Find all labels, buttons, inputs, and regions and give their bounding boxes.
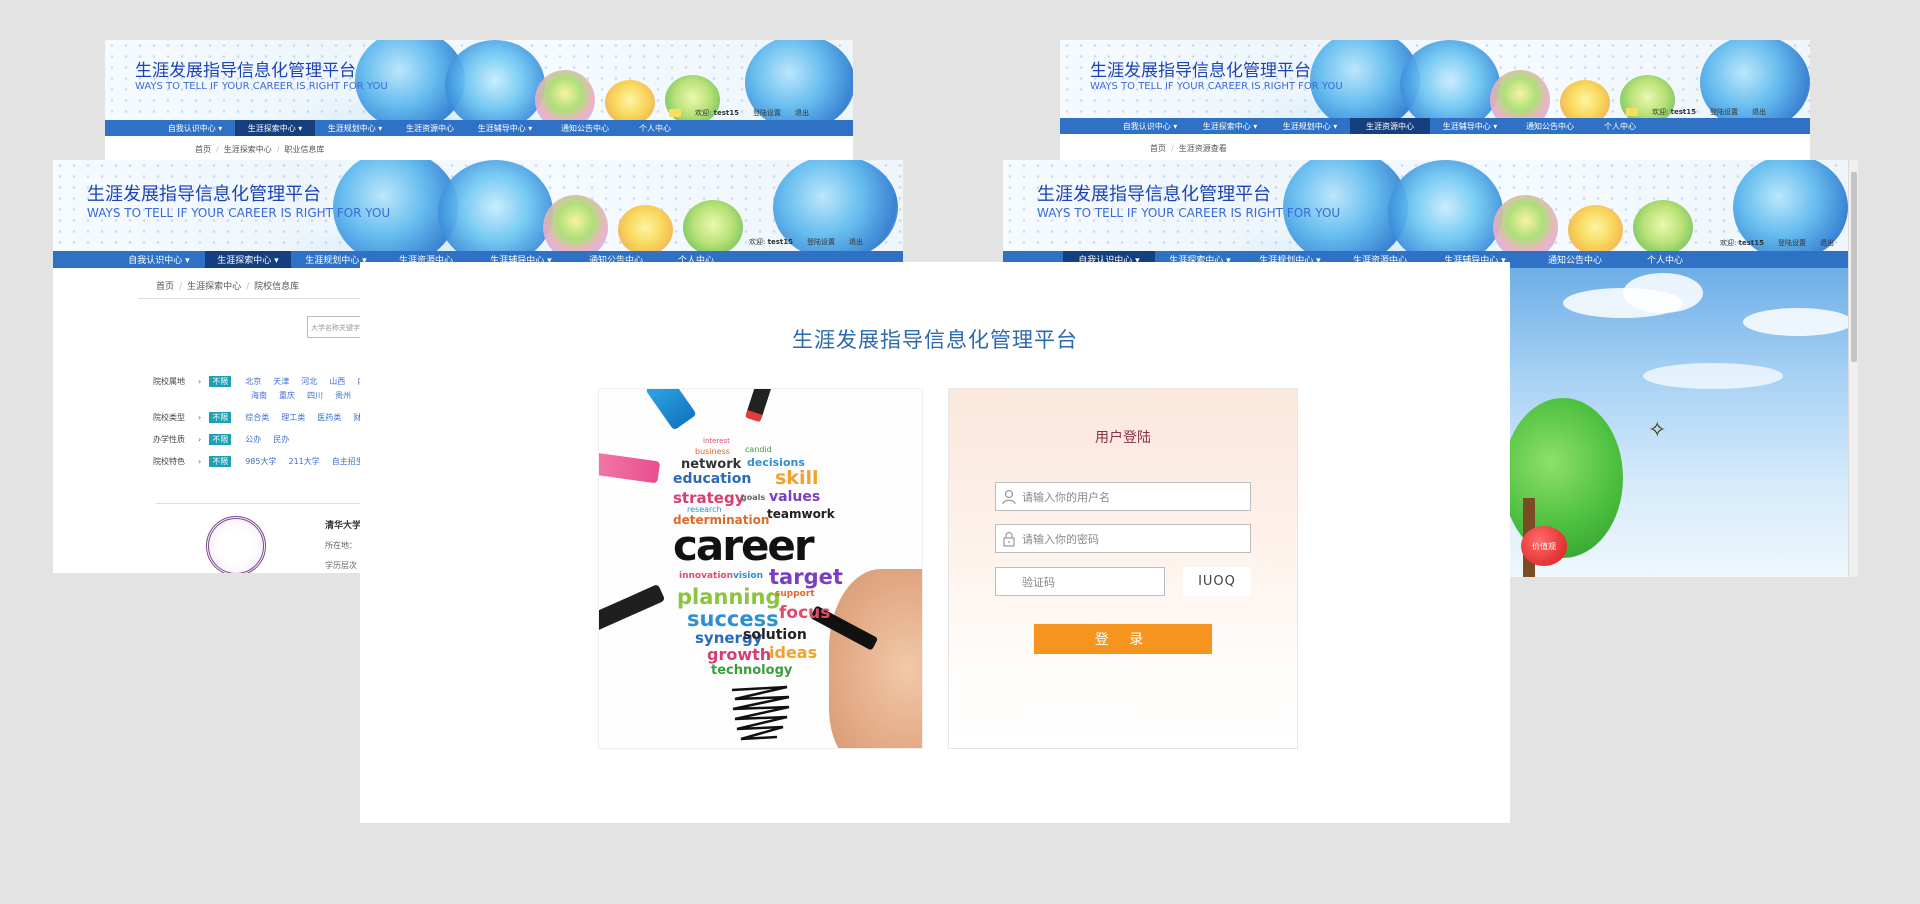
banner-subtitle: WAYS TO TELL IF YOUR CAREER IS RIGHT FOR…	[1037, 206, 1341, 220]
nav-item-notice[interactable]: 通知公告中心	[1525, 251, 1625, 268]
login-panel: 生涯发展指导信息化管理平台 interest business candid n…	[360, 262, 1510, 823]
banner-subtitle: WAYS TO TELL IF YOUR CAREER IS RIGHT FOR…	[87, 206, 391, 220]
banner: 生涯发展指导信息化管理平台 WAYS TO TELL IF YOUR CAREE…	[53, 160, 903, 251]
settings-link[interactable]: 登陆设置	[1710, 107, 1738, 117]
nav-item-explore[interactable]: 生涯探索中心 ▾	[205, 251, 291, 268]
college-location: 所在地：	[325, 541, 357, 550]
college-seal-logo	[206, 516, 266, 573]
nav-item-self[interactable]: 自我认识中心 ▾	[1110, 118, 1190, 134]
main-nav: 自我认识中心 ▾ 生涯探索中心 ▾ 生涯规划中心 ▾ 生涯资源中心 生涯辅导中心…	[1060, 118, 1810, 134]
nav-item-explore[interactable]: 生涯探索中心 ▾	[235, 120, 315, 136]
pink-marker	[599, 452, 661, 484]
nav-item-notice[interactable]: 通知公告中心	[545, 120, 625, 136]
username-placeholder: 请输入你的用户名	[1022, 490, 1110, 504]
password-field[interactable]: 请输入你的密码	[995, 524, 1251, 553]
banner: 生涯发展指导信息化管理平台 WAYS TO TELL IF YOUR CAREE…	[1060, 40, 1810, 118]
nav-item-personal[interactable]: 个人中心	[625, 120, 685, 136]
nav-item-resource[interactable]: 生涯资源中心	[395, 120, 465, 136]
window-career-database: 生涯发展指导信息化管理平台 WAYS TO TELL IF YOUR CAREE…	[105, 40, 853, 165]
username-field[interactable]: 请输入你的用户名	[995, 482, 1251, 511]
filter-all[interactable]: 不限	[209, 376, 232, 387]
user-bar: 欢迎: test15 登陆设置 退出	[1626, 107, 1766, 117]
nav-item-counsel[interactable]: 生涯辅导中心 ▾	[1430, 118, 1510, 134]
settings-link[interactable]: 登陆设置	[807, 237, 835, 247]
breadcrumb: 首页 / 生涯探索中心 / 职业信息库	[195, 145, 325, 154]
scribble	[731, 685, 790, 741]
mail-icon[interactable]	[1626, 108, 1639, 116]
mail-icon[interactable]	[669, 109, 682, 117]
logout-link[interactable]: 退出	[1752, 107, 1766, 117]
breadcrumb-home[interactable]: 首页	[195, 145, 211, 154]
logout-link[interactable]: 退出	[795, 108, 809, 118]
butterfly-icon: ✧	[1648, 418, 1667, 443]
hand	[829, 569, 922, 748]
college-name[interactable]: 清华大学	[325, 518, 361, 531]
college-search-input[interactable]: 大学名称关键字	[307, 316, 367, 338]
banner: 生涯发展指导信息化管理平台 WAYS TO TELL IF YOUR CAREE…	[1003, 160, 1858, 251]
banner-subtitle: WAYS TO TELL IF YOUR CAREER IS RIGHT FOR…	[135, 81, 388, 92]
banner-title: 生涯发展指导信息化管理平台	[135, 61, 356, 81]
blue-marker	[645, 389, 697, 431]
settings-link[interactable]: 登陆设置	[753, 108, 781, 118]
filter-type: 院校类型 › 不限 综合类 理工类 医药类 财	[153, 412, 362, 423]
user-icon	[996, 489, 1022, 505]
login-button[interactable]: 登 录	[1034, 624, 1212, 654]
banner-subtitle: WAYS TO TELL IF YOUR CAREER IS RIGHT FOR…	[1090, 81, 1343, 92]
breadcrumb-current: 生涯资源查看	[1178, 144, 1227, 153]
filter-nature: 办学性质 › 不限 公办 民办	[153, 434, 290, 445]
lock-icon	[996, 531, 1022, 547]
filter-feature: 院校特色 › 不限 985大学 211大学 自主招生	[153, 456, 364, 467]
nav-item-plan[interactable]: 生涯规划中心 ▾	[1270, 118, 1350, 134]
nav-item-plan[interactable]: 生涯规划中心 ▾	[315, 120, 395, 136]
filter-all[interactable]: 不限	[209, 434, 232, 445]
captcha-field[interactable]: 验证码	[995, 567, 1165, 596]
banner-title: 生涯发展指导信息化管理平台	[1037, 184, 1271, 205]
scrollbar[interactable]	[1848, 160, 1858, 577]
login-title: 用户登陆	[1095, 430, 1151, 446]
logout-link[interactable]: 退出	[849, 237, 863, 247]
breadcrumb-current: 院校信息库	[254, 282, 300, 292]
black-marker	[599, 583, 666, 633]
breadcrumb-home[interactable]: 首页	[156, 282, 174, 292]
nav-item-counsel[interactable]: 生涯辅导中心 ▾	[465, 120, 545, 136]
window-resource-view: 生涯发展指导信息化管理平台 WAYS TO TELL IF YOUR CAREE…	[1060, 40, 1810, 165]
values-apple-badge[interactable]: 价值观	[1521, 526, 1567, 566]
breadcrumb-section[interactable]: 生涯探索中心	[187, 282, 241, 292]
red-marker	[744, 389, 774, 423]
login-box: 用户登陆 请输入你的用户名 请输入你的密码 验证码 IUOQ 登 录	[948, 388, 1298, 749]
banner-title: 生涯发展指导信息化管理平台	[87, 184, 321, 205]
captcha-image[interactable]: IUOQ	[1183, 567, 1251, 596]
filter-location: 院校属地› 不限 北京 天津 河北 山西 内	[153, 376, 365, 387]
main-nav: 自我认识中心 ▾ 生涯探索中心 ▾ 生涯规划中心 ▾ 生涯资源中心 生涯辅导中心…	[105, 120, 853, 136]
breadcrumb-current: 职业信息库	[284, 145, 325, 154]
nav-item-personal[interactable]: 个人中心	[1625, 251, 1705, 268]
nav-item-notice[interactable]: 通知公告中心	[1510, 118, 1590, 134]
nav-item-explore[interactable]: 生涯探索中心 ▾	[1190, 118, 1270, 134]
password-placeholder: 请输入你的密码	[1022, 532, 1099, 546]
career-illustration: interest business candid network decisio…	[598, 388, 923, 749]
nav-item-resource[interactable]: 生涯资源中心	[1350, 118, 1430, 134]
nav-item-self[interactable]: 自我认识中心 ▾	[155, 120, 235, 136]
nav-item-self[interactable]: 自我认识中心 ▾	[113, 251, 205, 268]
settings-link[interactable]: 登陆设置	[1778, 238, 1806, 248]
word-cloud: interest business candid network decisio…	[673, 437, 843, 678]
filter-all[interactable]: 不限	[209, 412, 232, 423]
college-level: 学历层次	[325, 561, 357, 570]
breadcrumb-home[interactable]: 首页	[1150, 144, 1166, 153]
logout-link[interactable]: 退出	[1820, 238, 1834, 248]
nav-item-personal[interactable]: 个人中心	[1590, 118, 1650, 134]
filter-all[interactable]: 不限	[209, 456, 232, 467]
user-bar: 欢迎: test15 登陆设置 退出	[1720, 238, 1834, 248]
breadcrumb-section[interactable]: 生涯探索中心	[224, 145, 272, 154]
banner: 生涯发展指导信息化管理平台 WAYS TO TELL IF YOUR CAREE…	[105, 40, 853, 120]
user-bar: 欢迎: test15 登陆设置 退出	[749, 237, 863, 247]
breadcrumb: 首页 / 生涯资源查看	[1150, 144, 1227, 153]
page-title: 生涯发展指导信息化管理平台	[792, 328, 1078, 352]
banner-title: 生涯发展指导信息化管理平台	[1090, 61, 1311, 81]
user-bar: 欢迎: test15 登陆设置 退出	[669, 108, 809, 118]
breadcrumb: 首页 / 生涯探索中心 / 院校信息库	[156, 282, 300, 292]
